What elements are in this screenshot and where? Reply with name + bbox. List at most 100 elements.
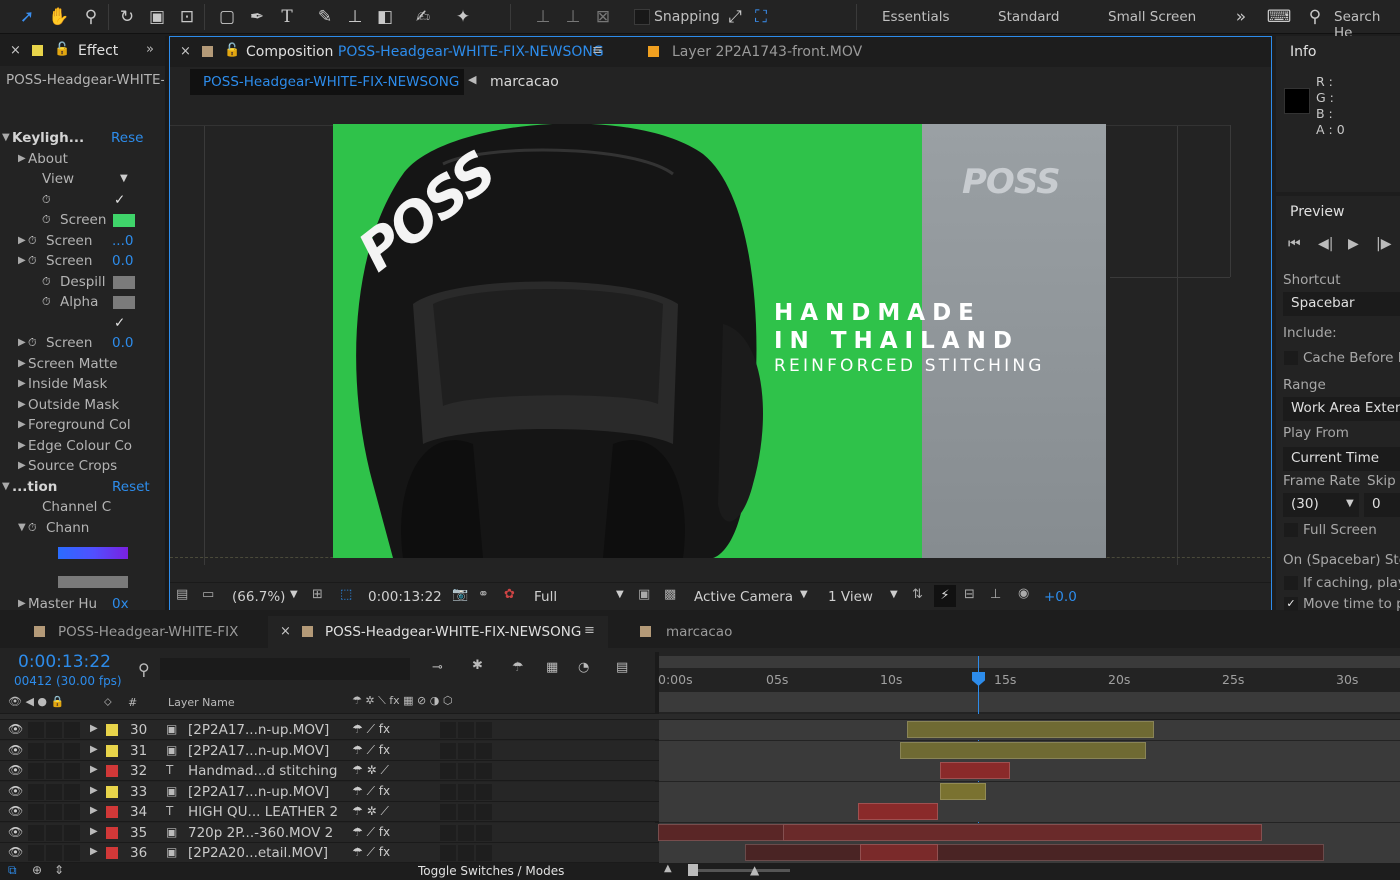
chevron-down-icon[interactable]: ▼	[290, 589, 298, 600]
switch-box[interactable]	[64, 845, 80, 861]
eye-icon[interactable]: 👁	[8, 804, 23, 818]
layer-label-color[interactable]	[106, 765, 118, 777]
color-swatch[interactable]	[113, 276, 135, 289]
range-dropdown[interactable]: Work Area Extend	[1283, 397, 1400, 421]
frame-blending-icon[interactable]: ▦	[546, 660, 558, 675]
effect-row-value[interactable]: Reset	[112, 477, 150, 497]
first-frame-icon[interactable]: ⏮	[1288, 236, 1301, 252]
switch-box[interactable]	[476, 845, 492, 861]
selection-tool-icon[interactable]: ➚	[14, 4, 40, 30]
layer-label-color[interactable]	[106, 826, 118, 839]
stopwatch-icon[interactable]: ⏱	[42, 292, 51, 312]
show-snapshot-icon[interactable]: ⚭	[478, 587, 489, 602]
pen-tool-icon[interactable]: ✒	[244, 4, 270, 30]
eye-icon[interactable]: 👁	[8, 722, 23, 736]
switch-box[interactable]	[28, 722, 44, 738]
effect-row[interactable]: ▶ ⏱ Screen 0.0	[0, 251, 165, 271]
comp-mini-flowchart-icon[interactable]: ⊸	[432, 660, 443, 675]
chevron-down-icon[interactable]: ▼	[800, 589, 808, 600]
chevron-down-icon[interactable]: ▼	[616, 589, 624, 600]
chevron-down-icon[interactable]: ▼	[890, 589, 898, 600]
disclosure-triangle-icon[interactable]: ▶	[18, 231, 26, 251]
effect-row[interactable]: ▶ ⏱ Screen 0.0	[0, 333, 165, 353]
switch-box[interactable]	[28, 845, 44, 861]
effect-row-value[interactable]: 0.0	[112, 333, 133, 353]
move-time-checkbox[interactable]: ✓	[1284, 597, 1298, 611]
switch-box[interactable]	[458, 824, 474, 841]
disclosure-triangle-icon[interactable]: ▶	[18, 149, 26, 169]
world-axis-icon[interactable]: ⊥	[560, 4, 586, 30]
switch-box[interactable]	[440, 742, 456, 759]
effect-row[interactable]: ▶ Edge Colour Co	[0, 436, 165, 456]
resolution-dropdown[interactable]: Full	[534, 589, 557, 605]
switch-box[interactable]	[476, 783, 492, 800]
layer-switches-icons[interactable]: ☂ ✲ ⟋	[352, 804, 389, 819]
color-swatch[interactable]	[113, 296, 135, 309]
play-from-dropdown[interactable]: Current Time	[1283, 447, 1400, 471]
timeline-layer-row[interactable]: 👁 ▶ 31 ▣ [2P2A17...n-up.MOV] ☂ ⟋ fx	[0, 740, 1400, 761]
tab-menu-icon[interactable]: ≡	[592, 43, 603, 58]
hide-shy-layers-icon[interactable]: ☂	[512, 660, 524, 675]
color-swatch[interactable]	[113, 214, 135, 227]
effect-row[interactable]: ⏱ ✓	[0, 190, 165, 210]
zoom-in-icon[interactable]: ▲	[750, 863, 759, 877]
eye-icon[interactable]: 👁	[8, 845, 23, 859]
workspace-standard[interactable]: Standard	[998, 9, 1059, 25]
effect-row[interactable]: ▶ Foreground Col	[0, 415, 165, 435]
switch-box[interactable]	[46, 804, 62, 820]
flowchart-icon[interactable]: ⊥	[990, 587, 1001, 602]
effect-row[interactable]: ▶ Inside Mask	[0, 374, 165, 394]
switch-box[interactable]	[458, 804, 474, 820]
switch-box[interactable]	[440, 845, 456, 861]
reset-exposure-icon[interactable]: ◉	[1018, 586, 1029, 601]
lock-icon[interactable]: 🔓	[224, 43, 240, 58]
stopwatch-icon[interactable]: ⏱	[42, 272, 51, 292]
expand-in-out-icon[interactable]: ⇕	[54, 863, 64, 877]
layer-switches-icons[interactable]: ☂ ⟋ fx	[352, 825, 390, 840]
disclosure-triangle-icon[interactable]: ▶	[90, 723, 98, 734]
zoom-dropdown[interactable]: (66.7%)	[232, 589, 285, 605]
effect-row[interactable]: ▶ Outside Mask	[0, 395, 165, 415]
toggle-switches-modes[interactable]: Toggle Switches / Modes	[418, 864, 564, 878]
effect-row[interactable]: ✓	[0, 313, 165, 333]
effect-row-value[interactable]: ...0	[112, 231, 133, 251]
fullscreen-checkbox[interactable]	[1284, 523, 1298, 537]
effect-row[interactable]: ▶ ⏱ Screen ...0	[0, 231, 165, 251]
timeline-layer-row[interactable]: 👁 ▶ 33 ▣ [2P2A17...n-up.MOV] ☂ ⟋ fx	[0, 781, 1400, 802]
roto-brush-tool-icon[interactable]: ✍	[410, 4, 436, 30]
disclosure-triangle-icon[interactable]: ▶	[90, 805, 98, 816]
caching-checkbox[interactable]	[1284, 576, 1298, 590]
effect-checkbox[interactable]: ✓	[114, 313, 125, 333]
effect-row[interactable]: ▼ ...tion Reset	[0, 477, 165, 497]
disclosure-triangle-icon[interactable]: ▼	[2, 128, 10, 148]
timeline-layer-row[interactable]: 👁 ▶ 32 T Handmad...d stitching ☂ ✲ ⟋	[0, 761, 1400, 781]
layer-duration-bar[interactable]	[940, 762, 1010, 779]
exposure-value[interactable]: +0.0	[1044, 589, 1077, 605]
layer-duration-bar[interactable]	[858, 803, 938, 820]
zoom-slider[interactable]	[690, 869, 790, 872]
disclosure-triangle-icon[interactable]: ▶	[90, 744, 98, 755]
layer-name[interactable]: 720p 2P...-360.MOV 2	[188, 825, 348, 841]
layer-label-color[interactable]	[106, 724, 118, 736]
motion-blur-icon[interactable]: ◔	[578, 660, 589, 675]
switch-box[interactable]	[458, 845, 474, 861]
disclosure-triangle-icon[interactable]: ▶	[90, 785, 98, 796]
close-icon[interactable]: ×	[280, 624, 291, 639]
switch-box[interactable]	[458, 783, 474, 800]
switch-box[interactable]	[46, 763, 62, 779]
switch-box[interactable]	[64, 783, 80, 800]
layer-tab[interactable]: Layer 2P2A1743-front.MOV	[672, 44, 862, 60]
always-preview-icon[interactable]: ▤	[176, 587, 188, 602]
effect-checkbox[interactable]: ✓	[114, 190, 125, 210]
switch-box[interactable]	[28, 783, 44, 800]
snapshot-icon[interactable]: 📷	[452, 587, 468, 602]
switch-box[interactable]	[476, 722, 492, 738]
timeline-tab-2[interactable]: POSS-Headgear-WHITE-FIX-NEWSONG	[325, 624, 581, 640]
disclosure-triangle-icon[interactable]: ▶	[18, 354, 26, 374]
switch-box[interactable]	[64, 804, 80, 820]
play-icon[interactable]: ▶	[1348, 236, 1359, 252]
layer-name[interactable]: HIGH QU... LEATHER 2	[188, 804, 348, 820]
switch-box[interactable]	[440, 804, 456, 820]
disclosure-triangle-icon[interactable]: ▶	[90, 846, 98, 857]
preview-title[interactable]: Preview	[1290, 204, 1345, 220]
